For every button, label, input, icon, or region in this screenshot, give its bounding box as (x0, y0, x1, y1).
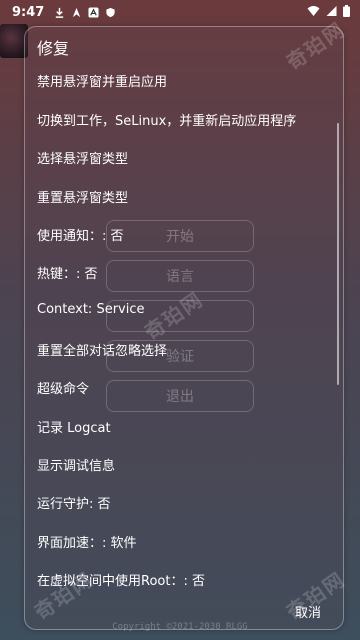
shield-icon (106, 7, 115, 17)
status-time: 9:47 (12, 4, 45, 20)
menu-item-select-float-type[interactable]: 选择悬浮窗类型 (37, 148, 128, 167)
menu-item-reset-float-type[interactable]: 重置悬浮窗类型 (37, 187, 128, 206)
repair-dialog: 修复 禁用悬浮窗并重启应用 切换到工作，SeLinux，并重新启动应用程序 选择… (24, 26, 344, 630)
menu-item-ui-accel[interactable]: 界面加速：: 软件 (37, 532, 137, 551)
menu-item-reset-dialog-ignore[interactable]: 重置全部对话忽略选择 (37, 340, 167, 359)
menu-item-hotkey[interactable]: 热键：: 否 (37, 263, 98, 282)
wifi-icon (307, 6, 320, 16)
status-bar: 9:47 (0, 0, 360, 24)
menu-item-logcat[interactable]: 记录 Logcat (37, 417, 111, 436)
download-icon (56, 7, 64, 18)
menu-item-use-notification[interactable]: 使用通知：: 否 (37, 225, 124, 244)
a-icon (88, 6, 99, 18)
menu-item-run-guard[interactable]: 运行守护: 否 (37, 493, 111, 512)
menu-item-super-command[interactable]: 超级命令 (37, 378, 89, 397)
menu-item-context[interactable]: Context: Service (37, 302, 145, 317)
dialog-title: 修复 (37, 39, 70, 58)
menu-item-debug-info[interactable]: 显示调试信息 (37, 455, 115, 474)
menu-item-disable-float-restart[interactable]: 禁用悬浮窗并重启应用 (37, 71, 167, 90)
battery-icon (343, 5, 350, 17)
dialog-scrollbar[interactable] (337, 123, 339, 385)
menu-item-switch-selinux[interactable]: 切换到工作，SeLinux，并重新启动应用程序 (37, 110, 296, 129)
location-icon (73, 7, 81, 17)
